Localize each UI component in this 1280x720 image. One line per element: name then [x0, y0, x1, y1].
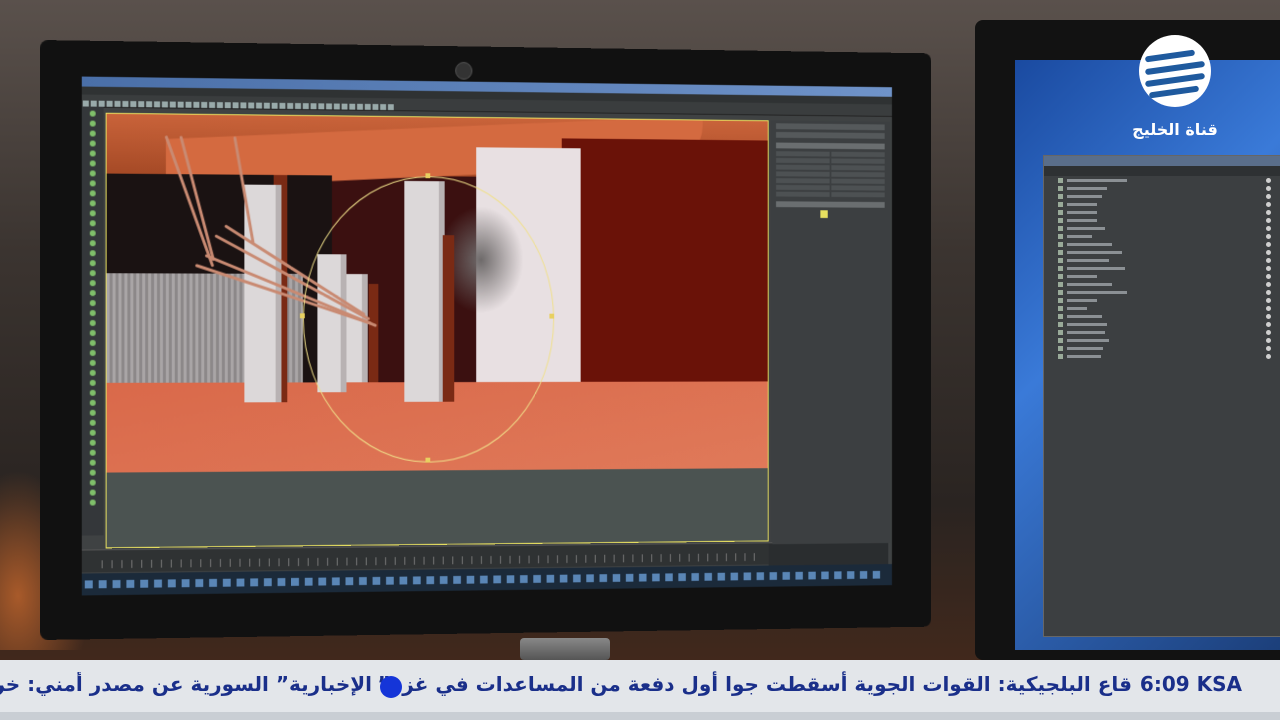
channel-logo-text: قناة الخليج [1132, 120, 1218, 139]
news-ticker: 6:09 KSA قاع البلجيكية: القوات الجوية أس… [0, 660, 1280, 712]
gizmo-handle[interactable] [425, 173, 431, 179]
ticker-headline: قاع البلجيكية: القوات الجوية أسقطت جوا أ… [377, 672, 1132, 696]
channel-logo: قناة الخليج [1125, 35, 1225, 145]
ticker-time: 6:09 KSA [1139, 672, 1242, 696]
left-toolstrip[interactable] [81, 106, 104, 536]
wave-globe-icon [1139, 35, 1211, 107]
gizmo-handle[interactable] [549, 313, 555, 319]
ground [106, 468, 768, 549]
color-swatch[interactable] [820, 210, 828, 218]
command-panel[interactable] [770, 120, 891, 545]
gizmo-handle[interactable] [299, 313, 305, 319]
ticker-headline: الإخبارية” السورية عن مصدر أمني: خرو [0, 672, 372, 696]
gizmo-handle[interactable] [425, 457, 431, 463]
rotate-gizmo[interactable] [302, 175, 555, 464]
left-monitor [40, 40, 932, 640]
perspective-viewport[interactable] [105, 112, 769, 549]
ticker-bottom-bar [0, 712, 1280, 720]
monitor-stand [520, 638, 610, 660]
right-screen [1015, 60, 1280, 650]
left-screen [81, 76, 892, 596]
ticker-bullet-icon [380, 676, 402, 698]
hp-logo-icon [455, 61, 473, 80]
scene-explorer-window[interactable] [1043, 155, 1280, 637]
